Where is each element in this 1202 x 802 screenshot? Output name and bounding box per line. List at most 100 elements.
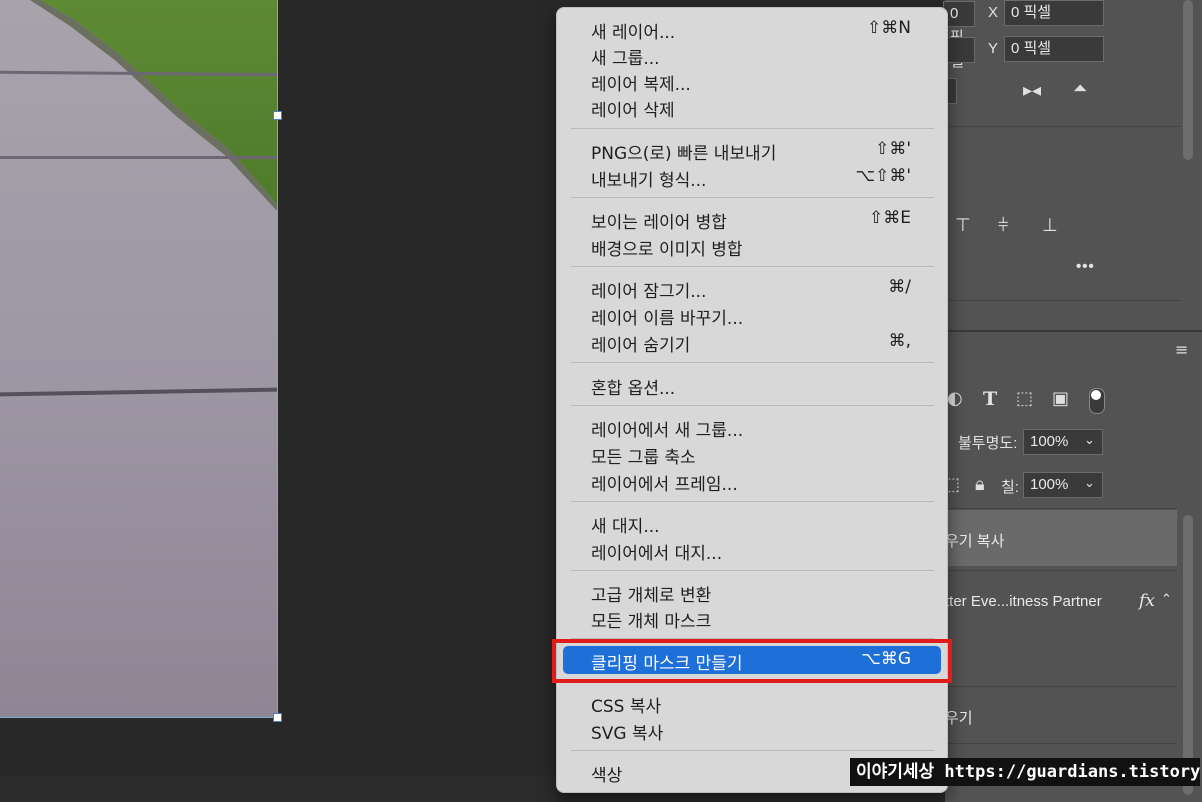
menu-item-flatten-image[interactable]: 배경으로 이미지 병합 [557,232,947,260]
lock-all-icon[interactable]: 🔒︎ [975,474,985,495]
menu-item-label: 레이어 숨기기 [591,336,691,356]
menu-separator [571,266,934,267]
more-options-icon[interactable]: ••• [1076,258,1095,275]
menu-item-duplicate-layer[interactable]: 레이어 복제... [557,67,947,95]
menu-item-label: CSS 복사 [591,697,662,717]
type-filter-icon[interactable]: T [983,388,997,410]
menu-item-label: 색상 [591,766,623,786]
menu-item-new-layer[interactable]: 새 레이어... ⇧⌘N [557,15,947,43]
adjustment-filter-icon[interactable]: ◐ [947,388,963,409]
menu-item-shortcut: ⌘, [888,331,911,351]
menu-item-convert-smart-object[interactable]: 고급 개체로 변환 [557,578,947,606]
sidewalk-joint [0,156,278,159]
divider [945,300,1181,301]
layer-name: 우기 [945,710,973,727]
layer-name: 우기 복사 [945,533,1005,550]
menu-item-copy-svg[interactable]: SVG 복사 [557,716,947,744]
menu-separator [571,197,934,198]
menu-item-collapse-all-groups[interactable]: 모든 그룹 축소 [557,440,947,468]
align-bottom-icon[interactable]: ⊥ [1042,215,1058,236]
x-label: X [988,4,999,21]
menu-item-label: SVG 복사 [591,724,664,744]
shape-filter-icon[interactable]: ⬚ [1016,388,1033,409]
menu-separator [571,128,934,129]
menu-item-frame-from-layers[interactable]: 레이어에서 프레임... [557,467,947,495]
expand-effects-icon[interactable]: ⌃ [1161,591,1172,607]
menu-item-quick-export-png[interactable]: PNG으(로) 빠른 내보내기 ⇧⌘' [557,136,947,164]
menu-item-label: PNG으(로) 빠른 내보내기 [591,144,777,164]
menu-item-delete-layer[interactable]: 레이어 삭제 [557,93,947,121]
menu-separator [571,501,934,502]
opacity-dropdown-icon[interactable]: ⌄ [1084,432,1095,448]
annotation-highlight-box [552,639,952,683]
menu-item-lock-layers[interactable]: 레이어 잠그기... ⌘/ [557,274,947,302]
layer-row[interactable]: 우기 [945,686,1177,744]
menu-item-label: 새 대지... [591,517,660,537]
menu-item-label: 레이어에서 대지... [591,544,723,564]
menu-item-label: 모든 그룹 축소 [591,448,696,468]
flip-vertical-icon[interactable]: ⏶ [1073,78,1087,99]
layer-row[interactable]: tter Eve...itness Partner fx ⌃ [945,570,1177,631]
grass-area [40,0,278,205]
menu-item-copy-css[interactable]: CSS 복사 [557,689,947,717]
canvas-image[interactable] [0,0,278,718]
menu-item-artboard-from-layers[interactable]: 레이어에서 대지... [557,536,947,564]
fill-dropdown-icon[interactable]: ⌄ [1084,475,1095,491]
menu-item-rename-layer[interactable]: 레이어 이름 바꾸기... [557,301,947,329]
menu-item-group-from-layers[interactable]: 레이어에서 새 그룹... [557,413,947,441]
transform-handle[interactable] [273,713,282,722]
menu-separator [571,405,934,406]
menu-item-label: 레이어 잠그기... [591,282,707,302]
status-bar [0,775,556,802]
menu-item-shortcut: ⇧⌘E [869,208,911,228]
properties-panel: 0 픽셀 X 0 픽셀 Y 0 픽셀 ▸◂ ⏶ ⊤ ⫩ ⊥ ••• [943,0,1202,330]
align-top-icon[interactable]: ⊤ [955,215,971,236]
selection-edge [277,0,278,718]
menu-item-label: 보이는 레이어 병합 [591,213,727,233]
menu-item-new-artboard[interactable]: 새 대지... [557,509,947,537]
menu-item-new-group[interactable]: 새 그룹... [557,41,947,69]
menu-item-label: 모든 개체 마스크 [591,612,712,632]
menu-item-shortcut: ⇧⌘N [867,18,911,38]
menu-item-label: 고급 개체로 변환 [591,586,712,606]
transform-handle[interactable] [273,111,282,120]
flip-horizontal-icon[interactable]: ▸◂ [1023,80,1041,101]
sidewalk-joint [0,387,278,397]
menu-item-label: 배경으로 이미지 병합 [591,240,743,260]
menu-separator [571,750,934,751]
menu-item-merge-visible[interactable]: 보이는 레이어 병합 ⇧⌘E [557,205,947,233]
menu-item-label: 새 그룹... [591,49,660,69]
layer-name: tter Eve...itness Partner [945,593,1102,610]
menu-item-export-as[interactable]: 내보내기 형식... ⌥⇧⌘' [557,163,947,191]
smart-object-filter-icon[interactable]: ▣ [1052,388,1069,409]
menu-item-label: 혼합 옵션... [591,379,676,399]
panel-menu-icon[interactable]: ≡ [1175,340,1188,359]
fill-label: 칠: [1001,479,1019,496]
menu-item-shortcut: ⇧⌘' [875,139,911,159]
menu-item-label: 레이어 이름 바꾸기... [591,309,744,329]
menu-item-label: 레이어 삭제 [591,101,675,121]
watermark: 이야기세상 https://guardians.tistory.com [850,758,1200,786]
x-field[interactable]: 0 픽셀 [1004,0,1104,26]
menu-item-mask-all-objects[interactable]: 모든 개체 마스크 [557,604,947,632]
filter-toggle[interactable] [1089,388,1105,414]
menu-item-blending-options[interactable]: 혼합 옵션... [557,371,947,399]
divider [945,508,1177,509]
layer-effects-icon[interactable]: fx [1139,591,1155,611]
menu-separator [571,570,934,571]
y-label: Y [988,40,999,57]
menu-item-label: 새 레이어... [591,23,676,43]
layers-scrollbar[interactable] [1183,515,1193,795]
y-field[interactable]: 0 픽셀 [1004,36,1104,62]
divider [945,126,1181,127]
layer-row[interactable]: 우기 복사 [945,510,1177,566]
menu-item-shortcut: ⌘/ [888,277,911,297]
selection-edge [0,717,278,718]
menu-item-shortcut: ⌥⇧⌘' [855,166,911,186]
properties-scrollbar[interactable] [1183,0,1193,160]
menu-item-label: 내보내기 형식... [591,171,707,191]
menu-item-hide-layer[interactable]: 레이어 숨기기 ⌘, [557,328,947,356]
opacity-label: 불투명도: [958,435,1018,452]
align-vertical-center-icon[interactable]: ⫩ [998,215,1008,236]
menu-item-label: 레이어에서 새 그룹... [591,421,744,441]
